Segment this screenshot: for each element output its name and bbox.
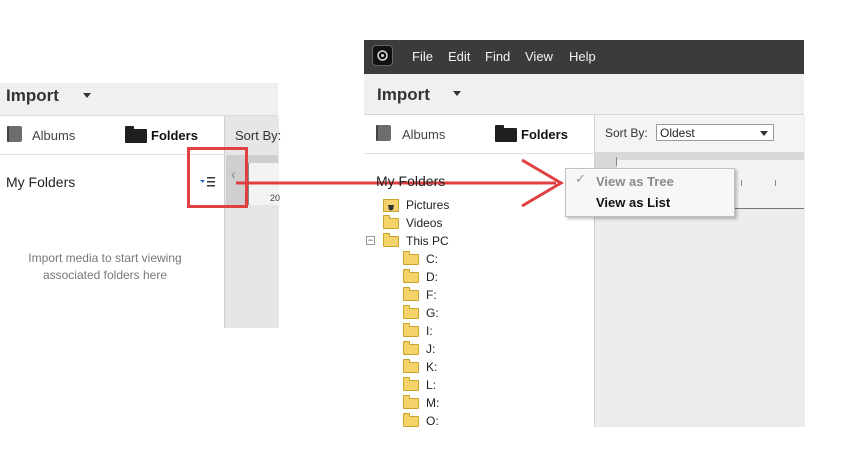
folder-icon: [403, 323, 419, 337]
folder-icon: [403, 251, 419, 265]
menu-find[interactable]: Find: [485, 49, 510, 64]
tree-item-pictures[interactable]: Pictures: [406, 196, 449, 214]
menu-file[interactable]: File: [412, 49, 433, 64]
tree-item-drive[interactable]: M:: [426, 394, 439, 412]
menu-view[interactable]: View: [525, 49, 553, 64]
folder-icon: [383, 215, 399, 229]
folder-icon: [403, 395, 419, 409]
pictures-folder-icon: [383, 199, 399, 212]
view-mode-context-menu: ✓ View as Tree View as List: [565, 168, 735, 217]
folder-icon: [403, 341, 419, 355]
tree-item-drive[interactable]: J:: [426, 340, 435, 358]
menu-edit[interactable]: Edit: [448, 49, 470, 64]
tree-item-drive[interactable]: D:: [426, 268, 438, 286]
tree-item-videos[interactable]: Videos: [406, 214, 442, 232]
menu-item-view-as-list[interactable]: View as List: [596, 195, 670, 210]
album-book-icon: [376, 125, 391, 141]
tree-item-drive[interactable]: C:: [426, 250, 438, 268]
folder-icon: [403, 359, 419, 373]
right-import-title[interactable]: Import: [377, 85, 430, 105]
sort-value: Oldest: [660, 126, 695, 140]
folder-icon: [403, 413, 419, 427]
folder-icon: [403, 269, 419, 283]
ruler-tick: [775, 180, 776, 186]
chevron-down-icon: [760, 131, 768, 136]
sort-by-label: Sort By:: [605, 126, 648, 140]
tree-item-drive[interactable]: I:: [426, 322, 433, 340]
folder-icon: [403, 377, 419, 391]
menu-help[interactable]: Help: [569, 49, 596, 64]
check-icon: ✓: [575, 171, 586, 186]
tree-item-drive[interactable]: K:: [426, 358, 437, 376]
folder-icon: [403, 287, 419, 301]
folder-icon: [495, 125, 517, 142]
ruler-tick: [741, 180, 742, 186]
tree-item-drive[interactable]: F:: [426, 286, 437, 304]
right-import-header: [364, 74, 804, 115]
collapse-icon[interactable]: −: [366, 236, 375, 245]
tree-item-drive[interactable]: L:: [426, 376, 436, 394]
sort-select[interactable]: Oldest: [656, 124, 774, 141]
chevron-down-icon[interactable]: [453, 91, 461, 96]
tab-albums[interactable]: Albums: [402, 127, 445, 142]
app-logo-icon[interactable]: [372, 45, 393, 66]
tree-item-drive[interactable]: O:: [426, 412, 439, 430]
timeline-handle[interactable]: [616, 157, 626, 166]
tab-folders[interactable]: Folders: [521, 127, 568, 142]
tree-item-this-pc[interactable]: This PC: [406, 232, 449, 250]
menu-item-view-as-tree[interactable]: View as Tree: [596, 174, 674, 189]
folder-icon: [383, 233, 399, 247]
folder-icon: [403, 305, 419, 319]
my-folders-title: My Folders: [376, 173, 446, 189]
tree-item-drive[interactable]: G:: [426, 304, 439, 322]
